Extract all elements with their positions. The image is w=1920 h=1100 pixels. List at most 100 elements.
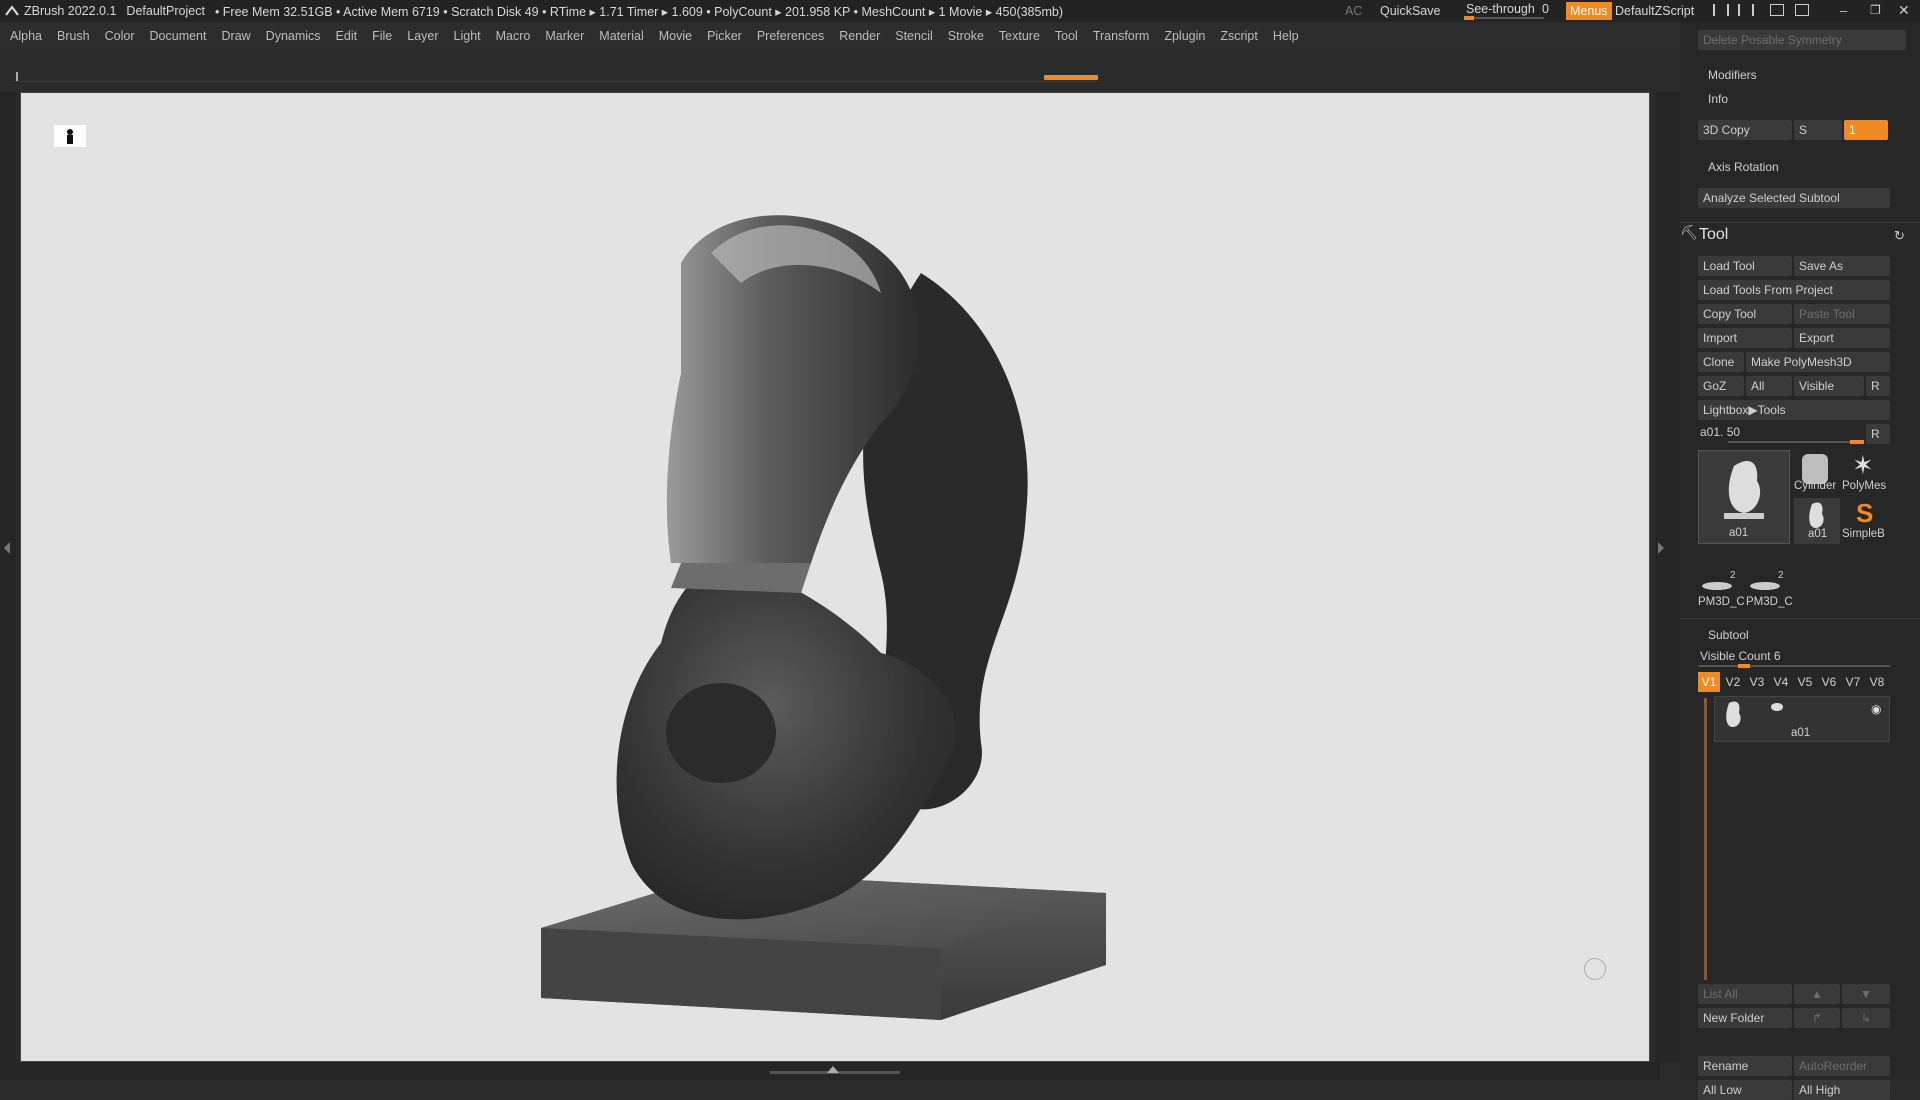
seethrough-slider[interactable]: See-through 0 (1460, 0, 1555, 22)
tool-slider[interactable]: a01. 50 (1698, 422, 1864, 444)
copy-tool-button[interactable]: Copy Tool (1698, 304, 1792, 324)
subtool-v1-tab[interactable]: V1 (1698, 672, 1720, 692)
tool-thumb-a01-small[interactable]: a01 (1794, 498, 1840, 544)
load-tools-from-project-button[interactable]: Load Tools From Project (1698, 280, 1890, 300)
menu-edit[interactable]: Edit (336, 29, 358, 43)
quicksave-button[interactable]: QuickSave (1380, 4, 1440, 18)
right-tray[interactable] (1656, 92, 1680, 1062)
subtool-item-a01[interactable]: ◉ a01 (1714, 696, 1890, 742)
default-zscript-button[interactable]: DefaultZScript (1615, 4, 1694, 18)
menu-brush[interactable]: Brush (57, 29, 90, 43)
menu-document[interactable]: Document (150, 29, 207, 43)
goz-all-button[interactable]: All (1746, 376, 1792, 396)
menu-layer[interactable]: Layer (407, 29, 438, 43)
maximize-icon[interactable]: ❐ (1870, 3, 1881, 17)
tool-thumb-a01[interactable]: a01 (1698, 450, 1790, 544)
sculpt-model[interactable] (21, 93, 1651, 1063)
menu-marker[interactable]: Marker (545, 29, 584, 43)
left-tray-arrow-icon[interactable] (4, 542, 10, 554)
tool-thumb-simpleb[interactable]: S SimpleB (1842, 498, 1890, 544)
minimize-icon[interactable]: – (1840, 3, 1847, 18)
layout-icon[interactable] (1713, 4, 1729, 16)
menus-toggle[interactable]: Menus (1566, 2, 1612, 20)
export-button[interactable]: Export (1794, 328, 1890, 348)
bottom-tray[interactable] (0, 1062, 1660, 1080)
subtool-header[interactable]: Subtool (1708, 628, 1749, 642)
folder-in-icon[interactable]: ↱ (1794, 1008, 1840, 1028)
save-as-button[interactable]: Save As (1794, 256, 1890, 276)
goz-visible-button[interactable]: Visible (1794, 376, 1864, 396)
move-up-button[interactable]: ▲ (1794, 984, 1840, 1004)
rename-button[interactable]: Rename (1698, 1056, 1792, 1076)
autoreorder-button[interactable]: AutoReorder (1794, 1056, 1890, 1076)
menu-preferences[interactable]: Preferences (757, 29, 824, 43)
tool-thumb-pm3d-1[interactable]: 2 PM3D_C (1698, 570, 1745, 610)
layout-icon-2[interactable] (1738, 4, 1754, 16)
lightbox-tools-button[interactable]: Lightbox▶Tools (1698, 400, 1890, 420)
subtool-v3-tab[interactable]: V3 (1746, 672, 1768, 692)
menu-light[interactable]: Light (454, 29, 481, 43)
menu-draw[interactable]: Draw (222, 29, 251, 43)
s-value-field[interactable]: 1 (1844, 120, 1888, 140)
3d-copy-button[interactable]: 3D Copy (1698, 120, 1792, 140)
load-tool-button[interactable]: Load Tool (1698, 256, 1792, 276)
subtool-v8-tab[interactable]: V8 (1866, 672, 1888, 692)
list-all-button[interactable]: List All (1698, 984, 1792, 1004)
menu-picker[interactable]: Picker (707, 29, 742, 43)
menu-help[interactable]: Help (1273, 29, 1299, 43)
menu-alpha[interactable]: Alpha (10, 29, 42, 43)
axis-rotation-header[interactable]: Axis Rotation (1708, 160, 1779, 174)
subtool-v6-tab[interactable]: V6 (1818, 672, 1840, 692)
right-tray-arrow-icon[interactable] (1658, 542, 1664, 554)
subtool-v5-tab[interactable]: V5 (1794, 672, 1816, 692)
analyze-subtool-button[interactable]: Analyze Selected Subtool (1698, 188, 1890, 208)
reset-icon[interactable]: ↻ (1894, 228, 1905, 244)
menu-color[interactable]: Color (105, 29, 135, 43)
make-polymesh3d-button[interactable]: Make PolyMesh3D (1746, 352, 1890, 372)
subtool-v7-tab[interactable]: V7 (1842, 672, 1864, 692)
menu-transform[interactable]: Transform (1093, 29, 1150, 43)
menu-dynamics[interactable]: Dynamics (266, 29, 321, 43)
tool-thumb-cylinder[interactable]: Cylinder (1794, 450, 1840, 496)
folder-out-icon[interactable]: ↳ (1842, 1008, 1890, 1028)
window-icon-2[interactable] (1795, 4, 1809, 16)
window-icon[interactable] (1770, 4, 1784, 16)
goz-r-button[interactable]: R (1866, 376, 1890, 396)
menu-stroke[interactable]: Stroke (948, 29, 984, 43)
subtool-v4-tab[interactable]: V4 (1770, 672, 1792, 692)
info-header[interactable]: Info (1708, 92, 1728, 106)
all-low-button[interactable]: All Low (1698, 1080, 1792, 1100)
all-high-button[interactable]: All High (1794, 1080, 1890, 1100)
subtool-scrollbar[interactable] (1704, 698, 1707, 980)
left-tray[interactable] (0, 92, 16, 1062)
subtool-v2-tab[interactable]: V2 (1722, 672, 1744, 692)
delete-posable-symmetry-button[interactable]: Delete Posable Symmetry (1698, 30, 1906, 50)
new-folder-button[interactable]: New Folder (1698, 1008, 1792, 1028)
polypaint-toggle-icon[interactable] (1771, 703, 1783, 711)
menu-movie[interactable]: Movie (659, 29, 692, 43)
menu-zplugin[interactable]: Zplugin (1164, 29, 1205, 43)
clone-button[interactable]: Clone (1698, 352, 1744, 372)
menu-macro[interactable]: Macro (496, 29, 531, 43)
bottom-tray-arrow-icon[interactable] (827, 1066, 839, 1073)
menu-texture[interactable]: Texture (999, 29, 1040, 43)
menu-tool[interactable]: Tool (1055, 29, 1078, 43)
close-icon[interactable]: ✕ (1898, 2, 1910, 19)
menu-render[interactable]: Render (839, 29, 880, 43)
import-button[interactable]: Import (1698, 328, 1792, 348)
goz-button[interactable]: GoZ (1698, 376, 1744, 396)
tool-thumb-polymesh[interactable]: ✶ PolyMes (1842, 450, 1890, 496)
menu-file[interactable]: File (372, 29, 392, 43)
menu-zscript[interactable]: Zscript (1220, 29, 1258, 43)
visible-count-slider[interactable]: Visible Count 6 (1698, 646, 1890, 668)
tool-panel-title[interactable]: Tool (1699, 226, 1728, 244)
tool-thumb-pm3d-2[interactable]: 2 PM3D_C (1746, 570, 1793, 610)
eye-icon[interactable]: ◉ (1871, 702, 1881, 716)
move-down-button[interactable]: ▼ (1842, 984, 1890, 1004)
menu-material[interactable]: Material (599, 29, 643, 43)
paste-tool-button[interactable]: Paste Tool (1794, 304, 1890, 324)
tool-slider-r-button[interactable]: R (1866, 424, 1890, 444)
menu-stencil[interactable]: Stencil (895, 29, 933, 43)
viewport-canvas[interactable] (20, 92, 1650, 1062)
modifiers-header[interactable]: Modifiers (1708, 68, 1757, 82)
